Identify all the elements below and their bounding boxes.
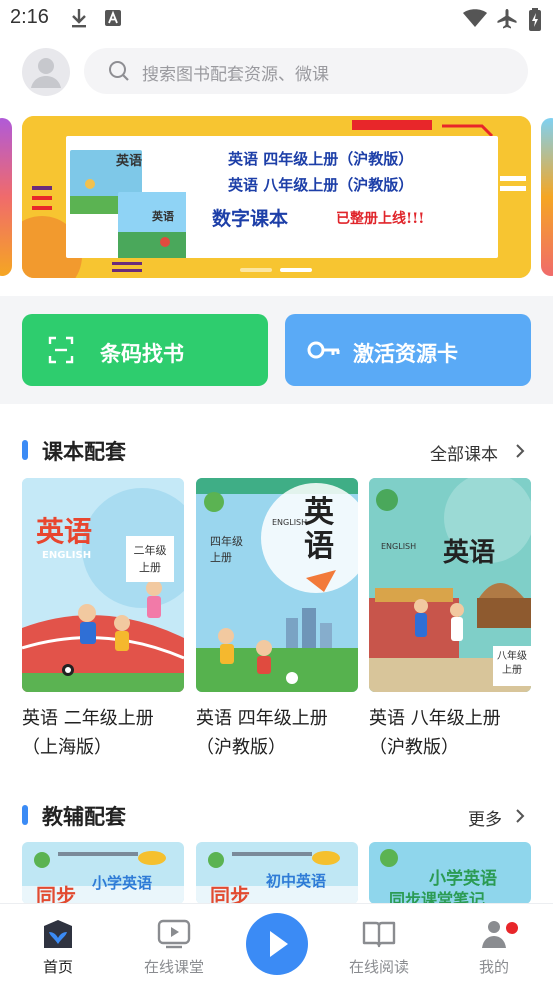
play-icon xyxy=(270,931,288,957)
section-accent-bar xyxy=(22,805,28,825)
book-caption-title: 英语 四年级上册 xyxy=(196,708,328,729)
book-cover-grade: 四年级 上册 xyxy=(210,535,243,564)
textbook-cover[interactable]: 英语 ENGLISH 二年级 上册 xyxy=(22,478,184,692)
nav-online-class-label: 在线课堂 xyxy=(143,958,204,976)
notification-dot xyxy=(506,922,518,934)
barcode-scan-icon xyxy=(48,336,74,368)
book-cover-grade: 八年级 上册 xyxy=(497,651,527,676)
home-book-icon xyxy=(41,918,75,954)
download-icon xyxy=(70,8,88,32)
chevron-right-icon xyxy=(515,808,525,828)
banner-line-2: 英语 八年级上册（沪教版） xyxy=(228,176,414,194)
status-time: 2:16 xyxy=(10,6,49,28)
banner-prev-slide[interactable] xyxy=(0,118,12,276)
search-input[interactable]: 搜索图书配套资源、微课 xyxy=(84,48,528,94)
support-cover-sub: 同步课堂笔记 xyxy=(389,890,486,904)
book-caption-edition: （沪教版） xyxy=(369,737,459,758)
support-book-cover[interactable]: 同步 小学英语 xyxy=(22,842,184,904)
banner-headline: 数字课本 xyxy=(212,208,289,230)
support-cover-big: 同步 xyxy=(36,884,76,904)
support-book-cover[interactable]: 同步 初中英语 xyxy=(196,842,358,904)
search-icon xyxy=(108,60,130,86)
carousel-dot[interactable] xyxy=(240,268,272,272)
book-cover-en: ENGLISH xyxy=(381,542,417,551)
notification-a-icon xyxy=(104,8,122,32)
book-cover-en: ENGLISH xyxy=(42,550,92,561)
support-cover-big: 同步 xyxy=(210,884,250,904)
status-bar: 2:16 xyxy=(0,0,553,38)
section-accent-bar xyxy=(22,440,28,460)
play-button[interactable] xyxy=(246,913,308,975)
key-icon xyxy=(307,338,341,366)
airplane-mode-icon xyxy=(496,8,518,34)
banner-book-badge-2: 英语 xyxy=(152,210,174,223)
all-textbooks-link[interactable]: 全部课本 xyxy=(430,440,498,465)
book-caption[interactable]: 英语 八年级上册 （沪教版） xyxy=(369,704,537,762)
wifi-icon xyxy=(462,8,488,32)
nav-online-reading-label: 在线阅读 xyxy=(348,958,409,976)
nav-home-label: 首页 xyxy=(42,958,73,976)
scan-barcode-button[interactable]: 条码找书 xyxy=(22,314,268,386)
video-play-icon xyxy=(157,918,191,954)
book-caption-edition: （上海版） xyxy=(22,737,112,758)
support-cover-title: 小学英语 xyxy=(92,874,153,892)
nav-me-label: 我的 xyxy=(478,958,509,976)
more-support-link[interactable]: 更多 xyxy=(468,805,502,830)
support-section-title: 教辅配套 xyxy=(42,805,126,829)
textbook-cover[interactable]: ENGLISH 英语 八年级 上册 xyxy=(369,478,531,692)
book-caption[interactable]: 英语 四年级上册 （沪教版） xyxy=(196,704,364,762)
banner-line-1: 英语 四年级上册（沪教版） xyxy=(228,150,414,168)
book-cover-title: 英语 xyxy=(36,515,93,548)
user-avatar[interactable] xyxy=(22,48,70,96)
carousel-dot-active[interactable] xyxy=(280,268,312,272)
activate-button-label: 激活资源卡 xyxy=(353,342,458,366)
banner-headline-suffix: 已整册上线!!! xyxy=(336,211,425,227)
book-caption-title: 英语 二年级上册 xyxy=(22,708,154,729)
activate-card-button[interactable]: 激活资源卡 xyxy=(285,314,531,386)
book-cover-title: 英语 xyxy=(304,495,334,564)
nav-home[interactable]: 首页 xyxy=(13,904,103,983)
battery-charging-icon xyxy=(528,8,542,36)
book-caption[interactable]: 英语 二年级上册 （上海版） xyxy=(22,704,190,762)
nav-me[interactable]: 我的 xyxy=(449,904,539,983)
book-caption-edition: （沪教版） xyxy=(196,737,286,758)
open-book-icon xyxy=(362,918,396,954)
banner-book-badge-1: 英语 xyxy=(116,154,143,169)
support-book-cover[interactable]: 小学英语 同步课堂笔记 xyxy=(369,842,531,904)
user-profile-icon xyxy=(477,918,511,954)
book-cover-title: 英语 xyxy=(443,538,496,568)
banner-next-slide[interactable] xyxy=(541,118,553,276)
nav-online-reading[interactable]: 在线阅读 xyxy=(334,904,424,983)
book-cover-grade: 二年级 上册 xyxy=(126,536,174,582)
promo-banner[interactable]: 英语 英语 英语 四年级上册（沪教版） 英语 八年级上册（沪教版） 数字课本 已… xyxy=(22,116,531,278)
search-placeholder: 搜索图书配套资源、微课 xyxy=(142,65,329,85)
book-caption-title: 英语 八年级上册 xyxy=(369,708,501,729)
avatar-icon xyxy=(31,58,61,88)
scan-button-label: 条码找书 xyxy=(100,342,184,366)
support-cover-title: 初中英语 xyxy=(266,872,327,890)
textbook-cover[interactable]: 四年级 上册 ENGLISH 英语 xyxy=(196,478,358,692)
chevron-right-icon xyxy=(515,443,525,463)
book-cover-en: ENGLISH xyxy=(272,518,308,527)
textbook-section-title: 课本配套 xyxy=(42,440,126,464)
nav-online-class[interactable]: 在线课堂 xyxy=(129,904,219,983)
